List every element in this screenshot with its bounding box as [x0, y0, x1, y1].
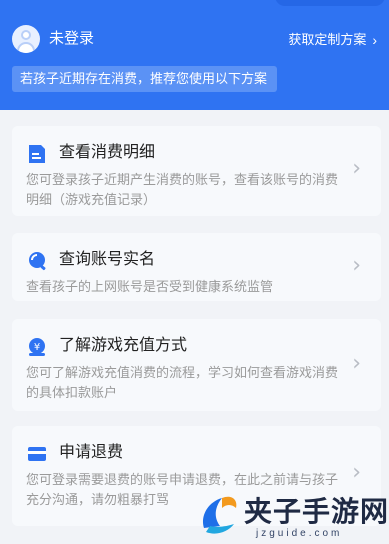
- card-check-account-real-name[interactable]: 查询账号实名 查看孩子的上网账号是否受到健康系统监管 ›: [12, 233, 381, 301]
- watermark-url: jzguide.com: [256, 528, 343, 539]
- chevron-right-icon: ›: [352, 351, 361, 376]
- header-tab-decoration: [275, 0, 385, 6]
- card-icon: [28, 447, 46, 461]
- chevron-right-icon: ›: [352, 156, 361, 181]
- card-description: 您可了解游戏充值消费的流程，学习如何查看游戏消费的具体扣款账户: [26, 365, 339, 400]
- chevron-right-icon: ›: [352, 253, 361, 278]
- get-custom-plan-label: 获取定制方案: [288, 32, 367, 47]
- get-custom-plan-link[interactable]: 获取定制方案 ›: [288, 32, 377, 48]
- login-status[interactable]: 未登录: [49, 30, 94, 48]
- search-icon: [29, 252, 46, 271]
- card-view-consumption-details[interactable]: 查看消费明细 您可登录孩子近期产生消费的账号，查看该账号的消费明细（游戏充值记录…: [12, 126, 381, 216]
- card-title: 查询账号实名: [59, 251, 156, 268]
- header-banner: 未登录 获取定制方案 › 若孩子近期存在消费，推荐您使用以下方案: [0, 0, 389, 110]
- avatar[interactable]: [12, 25, 40, 53]
- card-description: 您可登录孩子近期产生消费的账号，查看该账号的消费明细（游戏充值记录）: [26, 172, 339, 207]
- card-title: 申请退费: [59, 444, 124, 461]
- site-watermark: 夹子手游网 jzguide.com: [196, 476, 389, 544]
- watermark-text: 夹子手游网: [244, 495, 389, 528]
- chevron-right-icon: ›: [372, 32, 377, 48]
- consumption-notice: 若孩子近期存在消费，推荐您使用以下方案: [12, 66, 277, 92]
- avatar-head: [21, 30, 31, 40]
- document-icon: [29, 145, 45, 163]
- card-title: 查看消费明细: [59, 144, 156, 161]
- card-game-recharge-methods[interactable]: ¥ 了解游戏充值方式 您可了解游戏充值消费的流程，学习如何查看游戏消费的具体扣款…: [12, 319, 381, 411]
- card-description: 查看孩子的上网账号是否受到健康系统监管: [26, 279, 274, 294]
- avatar-body: [17, 42, 35, 53]
- watermark-logo-icon: [202, 496, 237, 534]
- yen-icon: ¥: [29, 338, 45, 356]
- svg-text:¥: ¥: [34, 342, 40, 353]
- card-title: 了解游戏充值方式: [59, 337, 188, 354]
